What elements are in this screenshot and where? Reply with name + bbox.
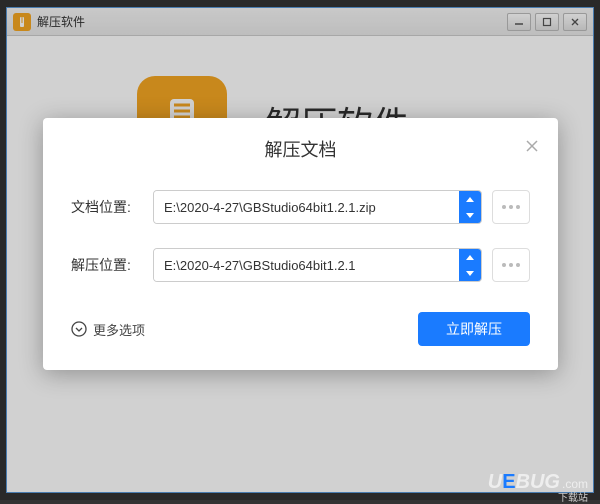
dialog-close-button[interactable]: [522, 136, 542, 156]
chevron-down-icon: [459, 265, 481, 281]
watermark: UEBUG.com 下载站: [488, 471, 588, 494]
chevron-up-icon: [459, 249, 481, 265]
file-location-label: 文档位置:: [71, 197, 143, 217]
dialog-title: 解压文档: [43, 136, 558, 162]
chevron-down-circle-icon: [71, 321, 87, 337]
file-location-row: 文档位置:: [43, 190, 558, 224]
dest-location-row: 解压位置:: [43, 248, 558, 282]
dialog-footer: 更多选项 立即解压: [43, 312, 558, 346]
extract-dialog: 解压文档 文档位置: 解压位置: 更多选项: [43, 118, 558, 370]
chevron-up-icon: [459, 191, 481, 207]
dest-location-input[interactable]: [154, 249, 459, 281]
dest-location-spinner[interactable]: [459, 249, 481, 281]
dialog-header: 解压文档: [43, 136, 558, 162]
dest-location-combo: [153, 248, 482, 282]
dest-location-label: 解压位置:: [71, 255, 143, 275]
extract-button[interactable]: 立即解压: [418, 312, 530, 346]
chevron-down-icon: [459, 207, 481, 223]
file-location-spinner[interactable]: [459, 191, 481, 223]
file-browse-button[interactable]: [492, 190, 530, 224]
file-location-input[interactable]: [154, 191, 459, 223]
file-location-combo: [153, 190, 482, 224]
dest-browse-button[interactable]: [492, 248, 530, 282]
more-options-label: 更多选项: [93, 320, 145, 339]
more-options-toggle[interactable]: 更多选项: [71, 320, 145, 339]
